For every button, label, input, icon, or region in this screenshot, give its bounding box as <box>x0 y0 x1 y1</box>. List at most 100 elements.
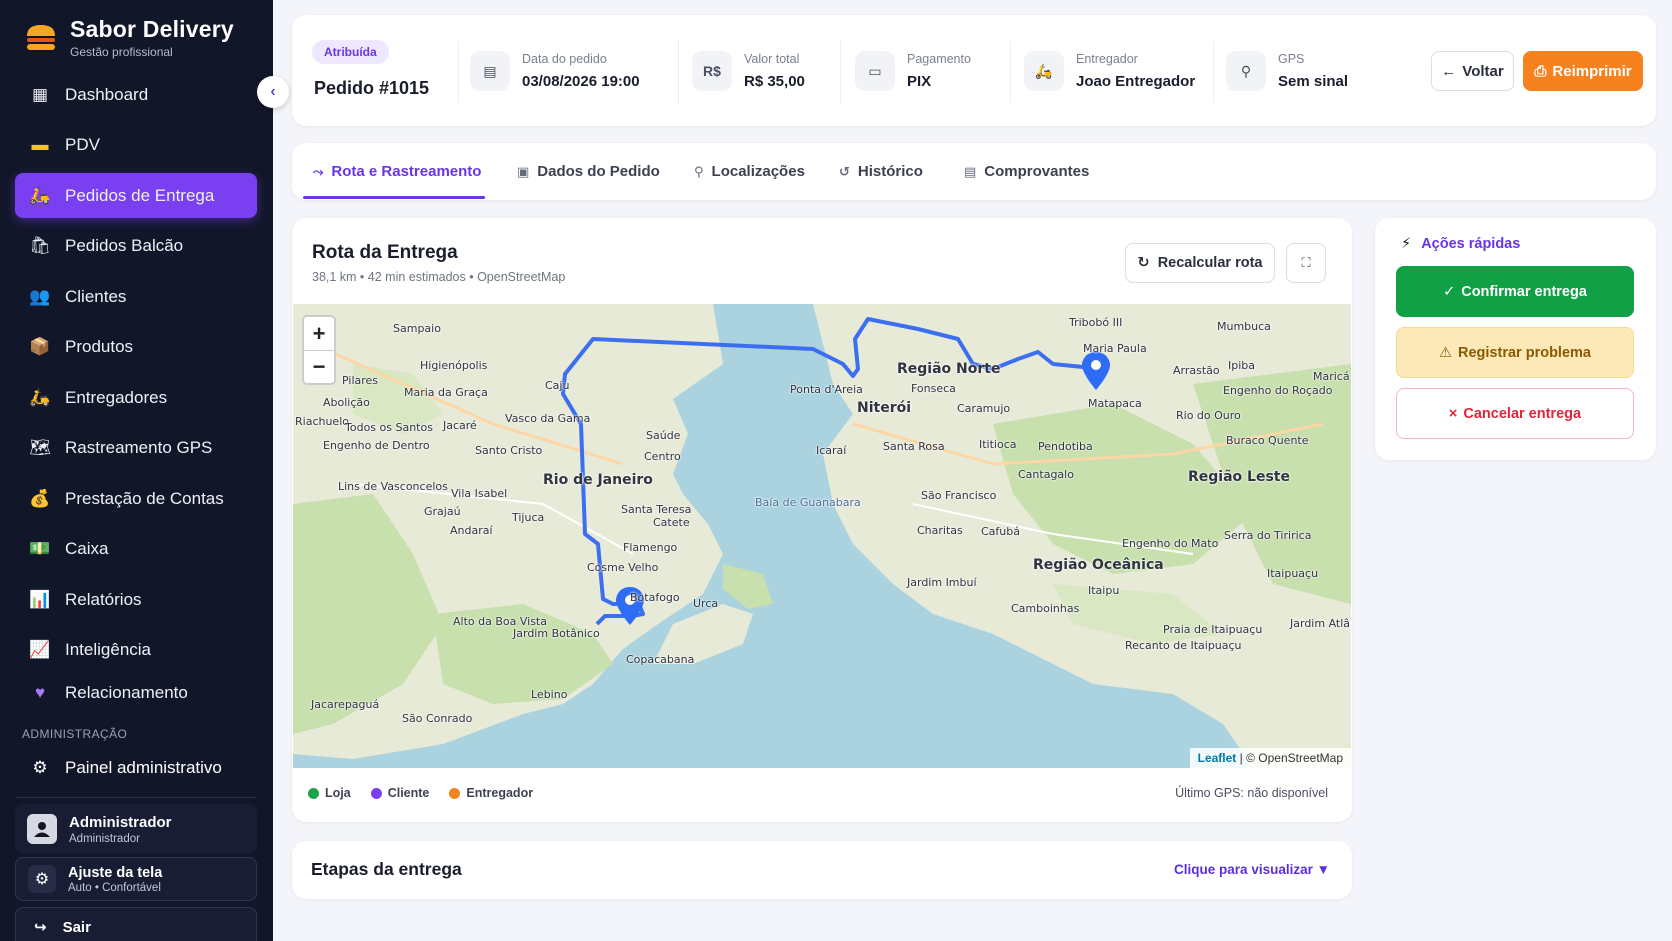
map-place-label: Matapaca <box>1088 397 1142 410</box>
map-zoom-control: + − <box>302 315 336 385</box>
sidebar: Sabor Delivery Gestão profissional ▦ Das… <box>0 0 273 941</box>
tab-historico[interactable]: ↺ Histórico <box>839 143 923 200</box>
map-place-label: Engenho do Roçado <box>1223 384 1333 397</box>
header-divider <box>458 41 459 103</box>
logout-icon: ↪ <box>34 919 47 936</box>
legend-label: Loja <box>325 786 351 800</box>
active-tab-indicator <box>303 196 485 199</box>
cancel-delivery-button[interactable]: × Cancelar entrega <box>1396 388 1634 439</box>
sidebar-item-label: Entregadores <box>65 387 168 407</box>
sidebar-item-relatorios[interactable]: 📊 Relatórios <box>15 577 257 622</box>
adjust-title: Ajuste da tela <box>68 864 163 881</box>
collapse-sidebar-button[interactable]: ‹ <box>257 76 289 108</box>
screen-adjust-button[interactable]: ⚙ Ajuste da tela Auto • Confortável <box>15 857 257 901</box>
map-place-label: Engenho de Dentro <box>323 439 430 452</box>
map-place-label: São Francisco <box>921 489 997 502</box>
route-summary: 38,1 km • 42 min estimados • OpenStreetM… <box>312 270 566 284</box>
map-place-label: Itaipuaçu <box>1267 567 1319 580</box>
tab-label: Localizações <box>711 163 805 180</box>
arrow-left-icon: ← <box>1441 62 1457 80</box>
info-label: Valor total <box>744 52 800 66</box>
map-place-label: Todos os Santos <box>345 421 433 434</box>
sidebar-item-label: Dashboard <box>65 84 149 104</box>
map-place-label: Botafogo <box>630 591 680 604</box>
logout-label: Sair <box>62 918 91 936</box>
map-place-label: Centro <box>644 450 681 463</box>
map-place-label: Icaraí <box>816 444 847 457</box>
app-subtitle: Gestão profissional <box>70 45 173 59</box>
sidebar-item-relacionamento[interactable]: ♥ Relacionamento <box>15 670 257 715</box>
report-problem-button[interactable]: ⚠ Registrar problema <box>1396 327 1634 378</box>
map-place-label: Arrastão <box>1173 364 1220 377</box>
fullscreen-button[interactable]: ⛶ <box>1286 243 1326 283</box>
map-place-label: Jardim Atlântico Central <box>1290 617 1351 630</box>
map-place-label: Santa Teresa <box>621 503 692 516</box>
map-place-label: Rio do Ouro <box>1176 409 1241 422</box>
avatar <box>27 814 57 844</box>
reprint-button[interactable]: ⎙ Reimprimir <box>1523 51 1643 91</box>
caret-down-icon: ▼ <box>1316 862 1330 877</box>
sidebar-item-pdv[interactable]: ▬ PDV <box>15 123 257 168</box>
info-value: Sem sinal <box>1278 73 1349 90</box>
dashboard-icon: ▦ <box>31 84 49 104</box>
gear-icon: ⚙ <box>32 758 48 777</box>
map-place-label: Abolição <box>323 396 370 409</box>
sidebar-item-label: Clientes <box>65 286 127 306</box>
tab-dados-pedido[interactable]: ▣ Dados do Pedido <box>517 143 660 200</box>
document-icon: ▤ <box>964 163 977 179</box>
cancel-label: Cancelar entrega <box>1463 405 1582 422</box>
money-bag-icon: 💰 <box>29 488 51 508</box>
sidebar-item-painel-admin[interactable]: ⚙ Painel administrativo <box>15 746 257 790</box>
tab-localizacoes[interactable]: ⚲ Localizações <box>694 143 805 200</box>
info-value: PIX <box>907 73 932 90</box>
map-place-label: Praia de Itaipuaçu <box>1163 623 1263 636</box>
last-gps-status: Último GPS: não disponível <box>1175 786 1328 800</box>
bar-chart-icon: 📊 <box>29 589 51 609</box>
map-place-label: Maricá <box>1313 370 1350 383</box>
sidebar-item-entregadores[interactable]: 🛵 Entregadores <box>15 375 257 420</box>
sidebar-item-prestacao-contas[interactable]: 💰 Prestação de Contas <box>15 476 257 521</box>
sidebar-item-label: Pedidos de Entrega <box>65 185 215 205</box>
delivery-steps-panel[interactable]: Etapas da entrega Clique para visualizar… <box>292 841 1352 899</box>
user-profile[interactable]: Administrador Administrador <box>15 804 257 854</box>
leaflet-link[interactable]: Leaflet <box>1198 751 1237 765</box>
problem-label: Registrar problema <box>1458 344 1591 361</box>
sidebar-item-label: Rastreamento GPS <box>65 438 213 457</box>
zoom-out-button[interactable]: − <box>304 350 334 383</box>
view-steps-link[interactable]: Clique para visualizar ▼ <box>1174 862 1330 877</box>
order-header: Atribuída Pedido #1015 ▤ Data do pedido 0… <box>292 15 1656 126</box>
map-place-label: Flamengo <box>623 541 678 554</box>
box-icon: 📦 <box>29 337 51 356</box>
back-button[interactable]: ← Voltar <box>1431 51 1514 91</box>
tab-comprovantes[interactable]: ▤ Comprovantes <box>964 143 1089 200</box>
tab-rota-rastreamento[interactable]: ⤳ Rota e Rastreamento <box>313 143 481 200</box>
receipt-icon: ▣ <box>517 163 530 179</box>
map-place-label: Maria Paula <box>1083 342 1147 355</box>
sidebar-item-rastreamento-gps[interactable]: 🗺 Rastreamento GPS <box>15 426 257 471</box>
user-icon <box>34 822 50 837</box>
info-value: 03/08/2026 19:00 <box>522 73 640 90</box>
info-label: Entregador <box>1076 52 1138 66</box>
map-place-label: Pendotiba <box>1038 440 1093 453</box>
sidebar-item-pedidos-entrega[interactable]: 🛵 Pedidos de Entrega <box>15 173 257 218</box>
sidebar-item-clientes[interactable]: 👥 Clientes <box>15 274 257 319</box>
sidebar-item-pedidos-balcao[interactable]: 🛍 Pedidos Balcão <box>15 224 257 269</box>
brand[interactable]: Sabor Delivery Gestão profissional <box>24 16 234 59</box>
confirm-delivery-button[interactable]: ✓ Confirmar entrega <box>1396 266 1634 317</box>
sidebar-item-produtos[interactable]: 📦 Produtos <box>15 325 257 370</box>
map-place-label: Itaipu <box>1088 584 1120 597</box>
route-map[interactable]: + − Sampaio Higienópolis Pilares Maria da G… <box>293 304 1351 768</box>
sidebar-item-dashboard[interactable]: ▦ Dashboard <box>15 72 257 117</box>
zoom-in-button[interactable]: + <box>304 317 334 350</box>
map-place-label: Sampaio <box>393 322 441 335</box>
map-place-label: Fonseca <box>911 382 956 395</box>
header-divider <box>1213 41 1214 103</box>
trend-chart-icon: 📈 <box>29 640 51 659</box>
recalculate-route-button[interactable]: ↻ Recalcular rota <box>1125 243 1275 283</box>
info-value: R$ 35,00 <box>744 73 805 90</box>
sidebar-item-caixa[interactable]: 💵 Caixa <box>15 527 257 572</box>
logout-button[interactable]: ↪ Sair <box>15 907 257 941</box>
close-icon: × <box>1448 405 1458 422</box>
map-place-label: Região Norte <box>897 361 1001 377</box>
sidebar-item-inteligencia[interactable]: 📈 Inteligência <box>15 628 257 673</box>
